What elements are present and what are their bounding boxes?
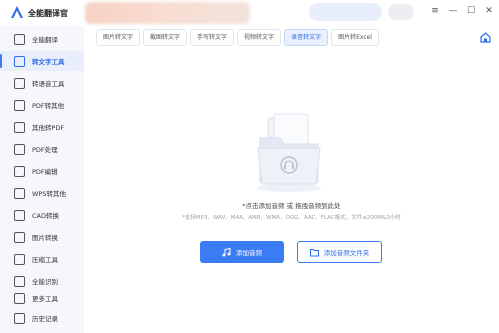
sidebar-item-label: PDF转其他 [32,102,65,110]
sidebar-item-translate[interactable]: 全能翻译 [0,29,84,49]
close-button[interactable]: ✕ [482,4,496,18]
add-audio-button[interactable]: 添加音频 [200,241,284,263]
pdf-edit-icon [14,165,25,177]
home-icon[interactable] [480,32,491,43]
sidebar-item-label: 历史记录 [32,315,58,323]
sidebar: 全能翻译 转文字工具 转语音工具 PDF转其他 其他转PDF PDF处理 PDF… [0,26,84,333]
sidebar-item-label: 全能翻译 [32,36,58,44]
sidebar-item-label: 压缩工具 [32,256,58,264]
more-tools-icon [14,292,25,304]
music-note-icon [222,247,231,256]
account-pill[interactable] [309,3,382,21]
sidebar-item-image-convert[interactable]: 图片转换 [0,227,84,247]
sidebar-item-recognize[interactable]: 全能识别 [0,271,84,291]
folder-icon [309,248,319,256]
sidebar-item-label: PDF编辑 [32,168,58,176]
tab-bar: 图片转文字 截图转文字 手写转文字 视频转文字 录音转文字 图片转Excel [96,29,382,46]
cad-icon [14,209,25,221]
text-tool-icon [14,55,25,67]
sidebar-item-cad[interactable]: CAD转换 [0,205,84,225]
tab-image-to-text[interactable]: 图片转文字 [96,29,141,46]
add-audio-folder-button[interactable]: 添加音频文件夹 [297,241,382,263]
history-icon [14,312,25,324]
wps-convert-icon [14,187,25,199]
sidebar-item-wps-convert[interactable]: WPS转其他 [0,183,84,203]
tab-screenshot-to-text[interactable]: 截图转文字 [143,29,188,46]
tab-handwriting-to-text[interactable]: 手写转文字 [190,29,235,46]
image-convert-icon [14,231,25,243]
translate-icon [14,33,25,45]
sidebar-item-label: 转文字工具 [32,58,65,66]
maximize-button[interactable]: ☐ [464,4,478,18]
sidebar-item-more-tools[interactable]: 更多工具 [0,292,84,304]
sidebar-item-label: 全能识别 [32,278,58,286]
sidebar-item-history[interactable]: 历史记录 [0,308,84,328]
tab-image-to-excel[interactable]: 图片转Excel [331,29,379,46]
menu-icon[interactable]: ≡ [428,4,442,18]
title-bar: 全能翻译官 ≡ — ☐ ✕ [0,0,499,26]
sidebar-item-text-tool[interactable]: 转文字工具 [0,51,84,71]
app-logo-icon [11,6,23,18]
blurred-banner [85,2,250,24]
sidebar-item-label: 更多工具 [32,295,58,303]
app-title: 全能翻译官 [28,9,68,18]
sidebar-item-voice-tool[interactable]: 转语音工具 [0,73,84,93]
pdf-convert-icon [14,99,25,111]
add-audio-folder-label: 添加音频文件夹 [323,249,370,257]
sidebar-item-compress[interactable]: 压缩工具 [0,249,84,269]
minimize-button[interactable]: — [446,4,460,18]
compress-icon [14,253,25,265]
supported-formats: *支持MP3、WAV、M4A、AMR、WMA、OGG、AAC、FLAC格式，文件… [182,215,401,221]
main-content: 图片转文字 截图转文字 手写转文字 视频转文字 录音转文字 图片转Excel *… [84,26,499,333]
sidebar-item-to-pdf[interactable]: 其他转PDF [0,117,84,137]
voice-tool-icon [14,77,25,89]
sidebar-item-pdf-edit[interactable]: PDF编辑 [0,161,84,181]
sidebar-item-label: 其他转PDF [32,124,65,132]
sidebar-item-label: WPS转其他 [32,190,66,198]
sidebar-item-label: CAD转换 [32,212,59,220]
pdf-process-icon [14,143,25,155]
sidebar-item-label: 图片转换 [32,234,58,242]
drop-hint: *点击添加音频 或 拖拽音频到此处 [242,202,341,210]
add-audio-label: 添加音频 [236,249,262,257]
sidebar-item-pdf-process[interactable]: PDF处理 [0,139,84,159]
tab-video-to-text[interactable]: 视频转文字 [237,29,282,46]
recognize-icon [14,275,25,287]
sidebar-item-pdf-convert[interactable]: PDF转其他 [0,95,84,115]
tab-audio-to-text[interactable]: 录音转文字 [284,29,329,46]
sidebar-item-label: 转语音工具 [32,80,65,88]
user-avatar[interactable] [388,4,414,20]
audio-folder-icon[interactable] [254,112,324,194]
sidebar-item-label: PDF处理 [32,146,58,154]
to-pdf-icon [14,121,25,133]
